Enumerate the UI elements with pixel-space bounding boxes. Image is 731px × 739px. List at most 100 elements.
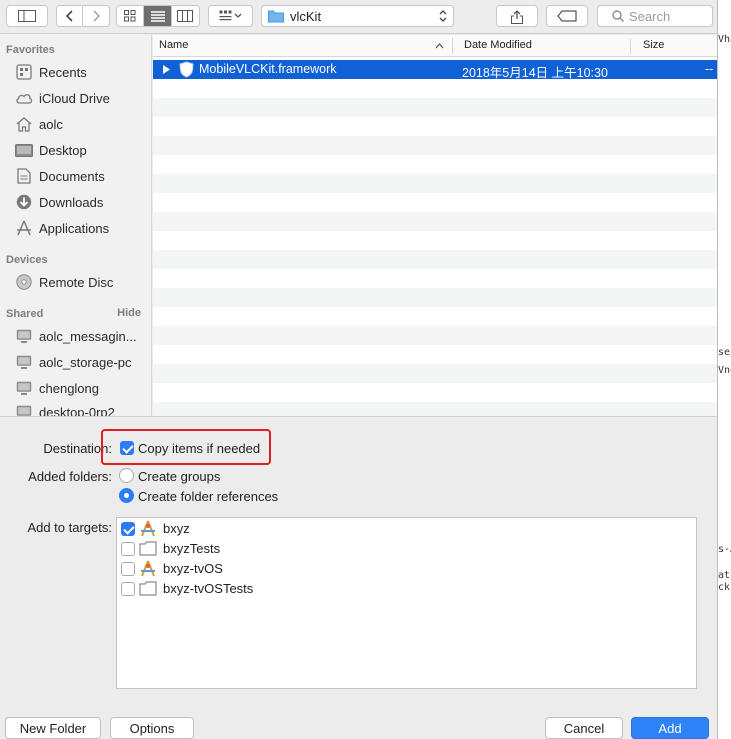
target-checkbox[interactable]: [121, 542, 135, 556]
empty-row: [153, 402, 717, 416]
add-files-options: Destination: Copy items if needed Added …: [0, 416, 717, 709]
app-target-icon: [141, 560, 155, 577]
arrange-menu-button[interactable]: [208, 5, 253, 27]
empty-row: [153, 288, 717, 307]
sidebar-item-label: aolc_storage-pc: [39, 354, 132, 370]
columns-icon: [177, 10, 194, 22]
desktop-icon: [15, 141, 33, 159]
sidebar-header-devices: Devices: [6, 254, 48, 266]
new-folder-button[interactable]: New Folder: [5, 717, 101, 739]
test-bundle-icon: [139, 581, 157, 596]
copy-items-label[interactable]: Copy items if needed: [138, 441, 260, 456]
destination-label: Destination:: [43, 441, 112, 456]
empty-row: [153, 364, 717, 383]
disclosure-triangle-icon[interactable]: [163, 65, 170, 74]
create-groups-label[interactable]: Create groups: [138, 469, 220, 484]
search-field[interactable]: Search: [597, 5, 713, 27]
empty-row: [153, 250, 717, 269]
sidebar-item-aolc[interactable]: aolc: [15, 113, 63, 135]
background-text-fragment: s-A: [718, 544, 731, 555]
sidebar-item-label: Remote Disc: [39, 274, 114, 290]
background-text-fragment: ati: [718, 570, 731, 581]
back-forward-control: [56, 5, 110, 27]
download-icon: [15, 193, 33, 211]
chevron-left-icon: [65, 10, 73, 22]
grid-icon: [124, 10, 136, 22]
cloud-icon: [15, 89, 33, 107]
sidebar-item-label: Desktop: [39, 142, 87, 158]
list-view-button[interactable]: [144, 6, 172, 26]
sidebar-item-label: aolc_messagin...: [39, 328, 137, 344]
icon-view-button[interactable]: [117, 6, 145, 26]
empty-row: [153, 98, 717, 117]
disc-icon: [15, 273, 33, 291]
sidebar-header-favorites: Favorites: [6, 44, 55, 56]
list-icon: [150, 10, 165, 22]
sidebar-toggle-button[interactable]: [6, 5, 48, 27]
options-button[interactable]: Options: [110, 717, 194, 739]
sidebar-item-shared-computer[interactable]: aolc_messagin...: [15, 325, 137, 347]
target-row-bxyz-tvos[interactable]: bxyz-tvOS: [117, 559, 696, 579]
target-name: bxyzTests: [163, 541, 221, 556]
cancel-button[interactable]: Cancel: [545, 717, 623, 739]
file-row-selected[interactable]: MobileVLCKit.framework 2018年5月14日 上午10:3…: [153, 60, 717, 80]
background-text-fragment: Vno: [718, 365, 731, 376]
sidebar-item-downloads[interactable]: Downloads: [15, 191, 103, 213]
target-row-bxyz-tvostests[interactable]: bxyz-tvOSTests: [117, 579, 696, 599]
copy-items-checkbox[interactable]: [120, 441, 134, 455]
sidebar-item-desktop[interactable]: Desktop: [15, 139, 87, 161]
column-view-button[interactable]: [172, 6, 199, 26]
create-folder-references-radio[interactable]: [119, 488, 134, 503]
empty-row: [153, 193, 717, 212]
add-button[interactable]: Add: [631, 717, 709, 739]
view-mode-control: [116, 5, 200, 27]
app-target-icon: [141, 520, 155, 537]
column-divider: [630, 38, 631, 54]
computer-icon: [15, 379, 33, 397]
sidebar-item-shared-computer[interactable]: desktop-0rp2: [15, 401, 115, 416]
column-divider: [452, 38, 453, 54]
share-icon: [511, 9, 523, 24]
added-folders-label: Added folders:: [28, 469, 112, 484]
target-name: bxyz: [163, 521, 190, 536]
sidebar-item-shared-computer[interactable]: aolc_storage-pc: [15, 351, 132, 373]
sidebar-item-shared-computer[interactable]: chenglong: [15, 377, 99, 399]
sidebar-item-icloud-drive[interactable]: iCloud Drive: [15, 87, 110, 109]
forward-button[interactable]: [83, 6, 109, 26]
shared-hide-button[interactable]: Hide: [117, 307, 141, 319]
target-name: bxyz-tvOSTests: [163, 581, 254, 596]
computer-icon: [15, 327, 33, 345]
sort-ascending-icon: [435, 43, 444, 49]
target-name: bxyz-tvOS: [163, 561, 223, 576]
column-header-name[interactable]: Name: [159, 39, 188, 51]
tags-button[interactable]: [546, 5, 588, 27]
document-icon: [15, 167, 33, 185]
empty-row: [153, 307, 717, 326]
target-checkbox[interactable]: [121, 582, 135, 596]
target-row-bxyztests[interactable]: bxyzTests: [117, 539, 696, 559]
column-header-size[interactable]: Size: [643, 39, 664, 51]
path-label: vlcKit: [290, 8, 322, 24]
file-size: --: [705, 62, 714, 76]
target-row-bxyz[interactable]: bxyz: [117, 519, 696, 539]
empty-row: [153, 212, 717, 231]
updown-chevron-icon: [439, 10, 447, 22]
create-folder-references-label[interactable]: Create folder references: [138, 489, 278, 504]
file-list[interactable]: Name Date Modified Size MobileVLCKit.fra…: [153, 35, 717, 416]
background-text-fragment: Vha: [718, 34, 731, 45]
sidebar-item-documents[interactable]: Documents: [15, 165, 105, 187]
column-header-date-modified[interactable]: Date Modified: [464, 39, 532, 51]
sidebar-item-applications[interactable]: Applications: [15, 217, 109, 239]
back-button[interactable]: [57, 6, 84, 26]
create-groups-radio[interactable]: [119, 468, 134, 483]
sidebar-item-label: chenglong: [39, 380, 99, 396]
sidebar-item-recents[interactable]: Recents: [15, 61, 87, 83]
target-checkbox[interactable]: [121, 562, 135, 576]
empty-row: [153, 117, 717, 136]
empty-row: [153, 383, 717, 402]
path-popup[interactable]: vlcKit: [261, 5, 454, 27]
sidebar-item-remote-disc[interactable]: Remote Disc: [15, 271, 113, 293]
share-button[interactable]: [496, 5, 538, 27]
target-checkbox[interactable]: [121, 522, 135, 536]
file-name: MobileVLCKit.framework: [199, 62, 337, 76]
